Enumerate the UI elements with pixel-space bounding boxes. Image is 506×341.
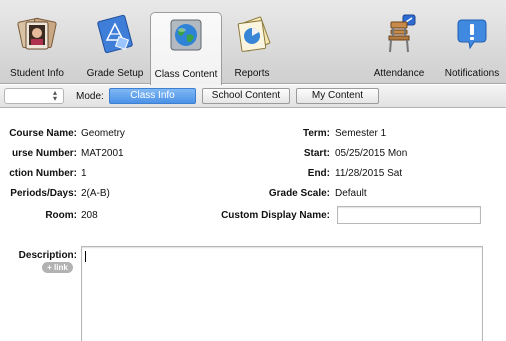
mode-bar: ▴ ▾ Mode: Class Info School Content My Co…	[0, 85, 506, 108]
toolbar-class-content[interactable]: Class Content	[150, 12, 222, 85]
toolbar-label: Student Info	[10, 68, 64, 79]
text-caret	[85, 251, 86, 262]
room-label: Room:	[45, 210, 77, 221]
toolbar-reports[interactable]: Reports	[222, 0, 282, 84]
grade-scale-value: Default	[335, 188, 367, 199]
stepper-arrows-icon: ▴ ▾	[52, 88, 57, 103]
toolbar-grade-setup[interactable]: Grade Setup	[80, 0, 150, 84]
course-name-value: Geometry	[81, 128, 125, 139]
reports-pie-icon	[232, 14, 272, 54]
custom-display-name-label: Custom Display Name:	[221, 210, 330, 221]
term-value: Semester 1	[335, 128, 387, 139]
periods-days-label: Periods/Days:	[10, 188, 77, 199]
custom-display-name-input[interactable]	[337, 206, 481, 224]
globe-icon	[166, 15, 206, 55]
end-value: 11/28/2015 Sat	[335, 168, 403, 179]
mode-label: Mode:	[76, 91, 104, 102]
section-number-label: ction Number:	[9, 168, 77, 179]
mode-school-content-button[interactable]: School Content	[202, 88, 290, 104]
description-label: Description:	[18, 250, 77, 261]
toolbar-student-info[interactable]: Student Info	[2, 0, 72, 84]
class-selector-stepper[interactable]: ▴ ▾	[4, 88, 64, 104]
toolbar-attendance[interactable]: Attendance	[366, 0, 432, 84]
toolbar-label: Grade Setup	[86, 68, 144, 79]
room-value: 208	[81, 210, 98, 221]
section-number-value: 1	[81, 168, 87, 179]
toolbar-notifications[interactable]: Notifications	[438, 0, 506, 84]
end-label: End:	[307, 168, 330, 179]
toolbar-label: Class Content	[154, 69, 218, 80]
course-number-label: urse Number:	[11, 148, 77, 159]
term-label: Term:	[302, 128, 330, 139]
description-textarea[interactable]	[81, 246, 483, 341]
start-value: 05/25/2015 Mon	[335, 148, 408, 159]
toolbar-label: Reports	[234, 68, 270, 79]
grade-scale-label: Grade Scale:	[268, 188, 330, 199]
mode-class-info-button[interactable]: Class Info	[109, 88, 196, 104]
periods-days-value: 2(A-B)	[81, 188, 110, 199]
toolbar-label: Notifications	[444, 68, 500, 79]
main-toolbar: Student Info Grade Setup Class Content R…	[0, 0, 506, 85]
add-link-button[interactable]: + link	[42, 262, 73, 273]
course-name-label: Course Name:	[9, 128, 77, 139]
blueprint-icon	[95, 14, 135, 54]
school-chair-icon	[379, 14, 419, 54]
exclamation-icon	[452, 14, 492, 54]
student-photos-icon	[17, 14, 57, 54]
toolbar-label: Attendance	[373, 68, 425, 79]
course-number-value: MAT2001	[81, 148, 124, 159]
start-label: Start:	[303, 148, 330, 159]
mode-my-content-button[interactable]: My Content	[296, 88, 379, 104]
